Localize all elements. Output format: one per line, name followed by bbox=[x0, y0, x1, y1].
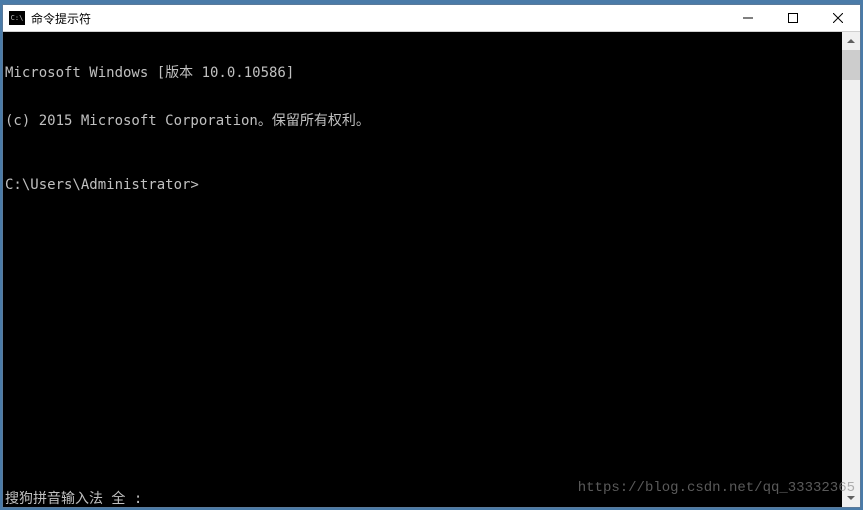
prompt-line[interactable]: C:\Users\Administrator> bbox=[5, 177, 840, 193]
scroll-down-button[interactable] bbox=[842, 489, 860, 507]
maximize-button[interactable] bbox=[770, 5, 815, 31]
maximize-icon bbox=[788, 13, 798, 23]
scroll-up-button[interactable] bbox=[842, 32, 860, 50]
window-controls bbox=[725, 5, 860, 31]
cmd-icon bbox=[9, 11, 25, 25]
console-output[interactable]: Microsoft Windows [版本 10.0.10586] (c) 20… bbox=[3, 32, 842, 507]
titlebar-left: 命令提示符 bbox=[3, 10, 725, 27]
close-icon bbox=[833, 13, 843, 23]
chevron-up-icon bbox=[847, 39, 855, 43]
console-area[interactable]: Microsoft Windows [版本 10.0.10586] (c) 20… bbox=[3, 32, 860, 507]
scroll-thumb[interactable] bbox=[842, 50, 860, 80]
command-prompt-window: 命令提示符 Microsoft Windows [版本 bbox=[2, 4, 861, 508]
window-title: 命令提示符 bbox=[31, 10, 91, 27]
chevron-down-icon bbox=[847, 496, 855, 500]
vertical-scrollbar[interactable] bbox=[842, 32, 860, 507]
minimize-icon bbox=[743, 13, 753, 23]
minimize-button[interactable] bbox=[725, 5, 770, 31]
ime-status: 搜狗拼音输入法 全 : bbox=[5, 491, 142, 507]
version-line: Microsoft Windows [版本 10.0.10586] bbox=[5, 65, 840, 81]
titlebar[interactable]: 命令提示符 bbox=[3, 5, 860, 32]
close-button[interactable] bbox=[815, 5, 860, 31]
copyright-line: (c) 2015 Microsoft Corporation。保留所有权利。 bbox=[5, 113, 840, 129]
